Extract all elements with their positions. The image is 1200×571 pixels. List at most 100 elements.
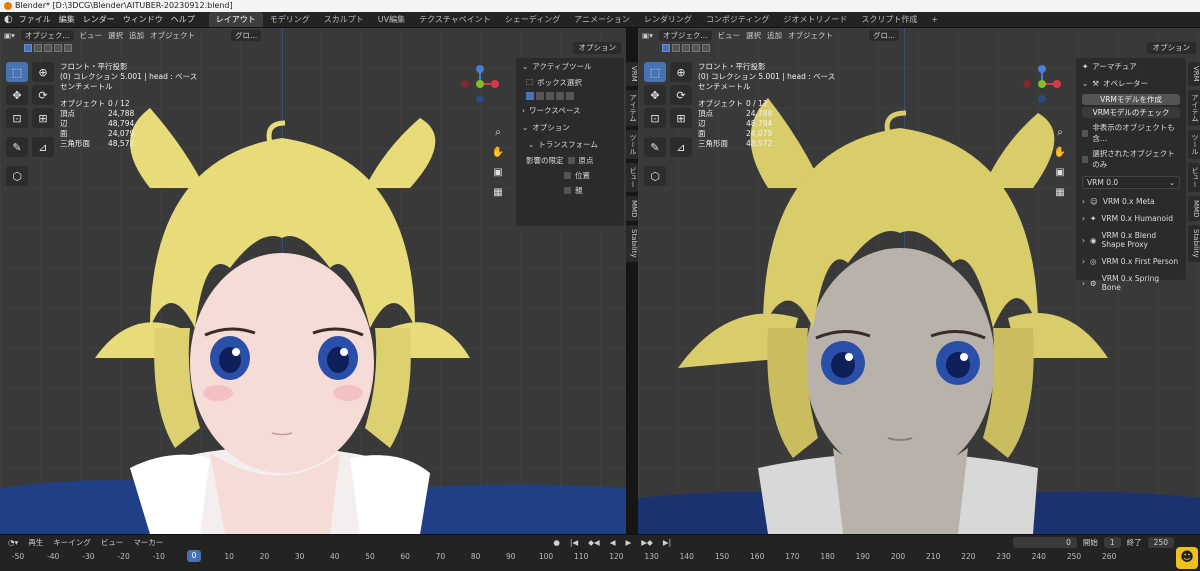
- area-divider[interactable]: VRM アイテム ツール ビュー MMD Stability: [626, 28, 638, 534]
- select-extend-icon[interactable]: [672, 44, 680, 52]
- grid-toggle-icon[interactable]: ▦: [490, 184, 506, 200]
- viewport-left[interactable]: ▣▾ オブジェク... ビュー 選択 追加 オブジェクト グロ... オプション…: [0, 28, 626, 534]
- box-select-row[interactable]: ⬚ ボックス選択: [516, 75, 624, 90]
- add-workspace-button[interactable]: +: [924, 12, 945, 27]
- parent-row[interactable]: 親: [516, 183, 624, 198]
- menu-window[interactable]: ウィンドウ: [123, 14, 163, 25]
- cursor-tool-icon[interactable]: ⊕: [670, 62, 692, 82]
- operator-header[interactable]: ⌄ ⚒ オペレーター: [1076, 75, 1186, 92]
- tab-layout[interactable]: レイアウト: [208, 12, 263, 27]
- tab-tool[interactable]: ツール: [626, 129, 638, 159]
- menu-object[interactable]: オブジェクト: [150, 30, 195, 41]
- select-subtract-icon[interactable]: [682, 44, 690, 52]
- tab-sculpt[interactable]: スカルプト: [317, 12, 371, 27]
- mode-extend-icon[interactable]: [536, 92, 544, 100]
- checkbox-icon[interactable]: [567, 157, 575, 164]
- camera-icon[interactable]: ▣: [1052, 164, 1068, 180]
- move-tool-icon[interactable]: ✥: [644, 85, 666, 105]
- affect-only-row[interactable]: 影響の限定 原点: [516, 153, 624, 168]
- timeline-editor[interactable]: ◔▾ 再生 キーイング ビュー マーカー ● |◀ ◆◀ ◀ ▶ ▶◆ ▶| 0…: [0, 534, 1200, 571]
- viewport-right[interactable]: ▣▾ オブジェク... ビュー 選択 追加 オブジェクト グロ... オプション…: [638, 28, 1200, 534]
- tab-view[interactable]: ビュー: [626, 162, 638, 192]
- menu-object[interactable]: オブジェクト: [788, 30, 833, 41]
- select-extend-icon[interactable]: [34, 44, 42, 52]
- menu-render[interactable]: レンダー: [83, 14, 115, 25]
- mode-intersect-icon[interactable]: [566, 92, 574, 100]
- editor-type-icon[interactable]: ▣▾: [4, 31, 15, 40]
- active-tool-header[interactable]: ⌄ アクティブツール: [516, 58, 624, 75]
- annotate-tool-icon[interactable]: ✎: [6, 137, 28, 157]
- zoom-icon[interactable]: ⌕: [490, 124, 506, 140]
- vrm-springbone-item[interactable]: › ⚙ VRM 0.x Spring Bone: [1076, 270, 1186, 296]
- scale-tool-icon[interactable]: ⊡: [6, 108, 28, 128]
- checkbox-icon[interactable]: [1082, 155, 1089, 163]
- transform-orientation[interactable]: グロ...: [231, 29, 262, 41]
- select-invert-icon[interactable]: [692, 44, 700, 52]
- select-box-tool-icon[interactable]: ⬚: [6, 62, 28, 82]
- measure-tool-icon[interactable]: ⊿: [32, 137, 54, 157]
- tab-modeling[interactable]: モデリング: [263, 12, 317, 27]
- include-hidden-row[interactable]: 非表示のオブジェクトも含...: [1076, 120, 1186, 146]
- measure-tool-icon[interactable]: ⊿: [670, 137, 692, 157]
- menu-view[interactable]: ビュー: [101, 537, 124, 548]
- record-icon[interactable]: ●: [553, 538, 560, 547]
- menu-view[interactable]: ビュー: [718, 30, 741, 41]
- mode-invert-icon[interactable]: [556, 92, 564, 100]
- editor-type-icon[interactable]: ▣▾: [642, 31, 653, 40]
- tab-mmd[interactable]: MMD: [626, 195, 638, 222]
- tab-view[interactable]: ビュー: [1188, 162, 1200, 192]
- current-frame-field[interactable]: 0: [1012, 537, 1077, 548]
- menu-playback[interactable]: 再生: [28, 537, 43, 548]
- menu-edit[interactable]: 編集: [59, 14, 75, 25]
- location-row[interactable]: 位置: [516, 168, 624, 183]
- vrm-firstperson-item[interactable]: › ◎ VRM 0.x First Person: [1076, 253, 1186, 270]
- menu-help[interactable]: ヘルプ: [171, 14, 195, 25]
- navigation-gizmo-icon[interactable]: [460, 64, 500, 104]
- add-cube-tool-icon[interactable]: ⬡: [644, 166, 666, 186]
- end-frame-field[interactable]: 250: [1147, 537, 1174, 548]
- menu-marker[interactable]: マーカー: [133, 537, 163, 548]
- pan-hand-icon[interactable]: ✋: [1052, 144, 1068, 160]
- tab-geometry-nodes[interactable]: ジオメトリノード: [776, 12, 854, 27]
- options-header[interactable]: ⌄ オプション: [516, 119, 624, 136]
- vrm-meta-item[interactable]: › ☺ VRM 0.x Meta: [1076, 193, 1186, 210]
- tab-vrm[interactable]: VRM: [1188, 62, 1200, 86]
- mode-subtract-icon[interactable]: [546, 92, 554, 100]
- tab-stability[interactable]: Stability: [1188, 225, 1200, 262]
- transform-tool-icon[interactable]: ⊞: [32, 108, 54, 128]
- vrm-blendshape-item[interactable]: › ◉ VRM 0.x Blend Shape Proxy: [1076, 227, 1186, 253]
- select-new-icon[interactable]: [662, 44, 670, 52]
- scale-tool-icon[interactable]: ⊡: [644, 108, 666, 128]
- options-button[interactable]: オプション: [572, 42, 622, 54]
- vrm-version-select[interactable]: VRM 0.0 ⌄: [1082, 176, 1180, 189]
- select-box-tool-icon[interactable]: ⬚: [644, 62, 666, 82]
- mode-select[interactable]: オブジェク...: [658, 29, 712, 41]
- cursor-tool-icon[interactable]: ⊕: [32, 62, 54, 82]
- menu-view[interactable]: ビュー: [80, 30, 103, 41]
- blender-menu-icon[interactable]: ◐: [4, 14, 13, 25]
- checkbox-icon[interactable]: [1082, 129, 1089, 137]
- tab-compositing[interactable]: コンポジティング: [699, 12, 777, 27]
- next-key-icon[interactable]: ▶◆: [641, 538, 653, 547]
- tab-scripting[interactable]: スクリプト作成: [854, 12, 924, 27]
- add-cube-tool-icon[interactable]: ⬡: [6, 166, 28, 186]
- menu-select[interactable]: 選択: [108, 30, 123, 41]
- select-invert-icon[interactable]: [54, 44, 62, 52]
- rotate-tool-icon[interactable]: ⟳: [32, 85, 54, 105]
- current-frame-indicator[interactable]: 0: [187, 550, 201, 562]
- menu-add[interactable]: 追加: [129, 30, 144, 41]
- start-frame-field[interactable]: 1: [1103, 537, 1121, 548]
- vrm-humanoid-item[interactable]: › ✦ VRM 0.x Humanoid: [1076, 210, 1186, 227]
- selected-only-row[interactable]: 選択されたオブジェクトのみ: [1076, 146, 1186, 172]
- tab-texture-paint[interactable]: テクスチャペイント: [412, 12, 498, 27]
- mode-select[interactable]: オブジェク...: [20, 29, 74, 41]
- camera-icon[interactable]: ▣: [490, 164, 506, 180]
- menu-add[interactable]: 追加: [767, 30, 782, 41]
- play-reverse-icon[interactable]: ◀: [610, 538, 616, 547]
- tab-shading[interactable]: シェーディング: [498, 12, 567, 27]
- mode-new-icon[interactable]: [526, 92, 534, 100]
- menu-select[interactable]: 選択: [746, 30, 761, 41]
- transform-orientation[interactable]: グロ...: [869, 29, 900, 41]
- select-new-icon[interactable]: [24, 44, 32, 52]
- options-button[interactable]: オプション: [1146, 42, 1196, 54]
